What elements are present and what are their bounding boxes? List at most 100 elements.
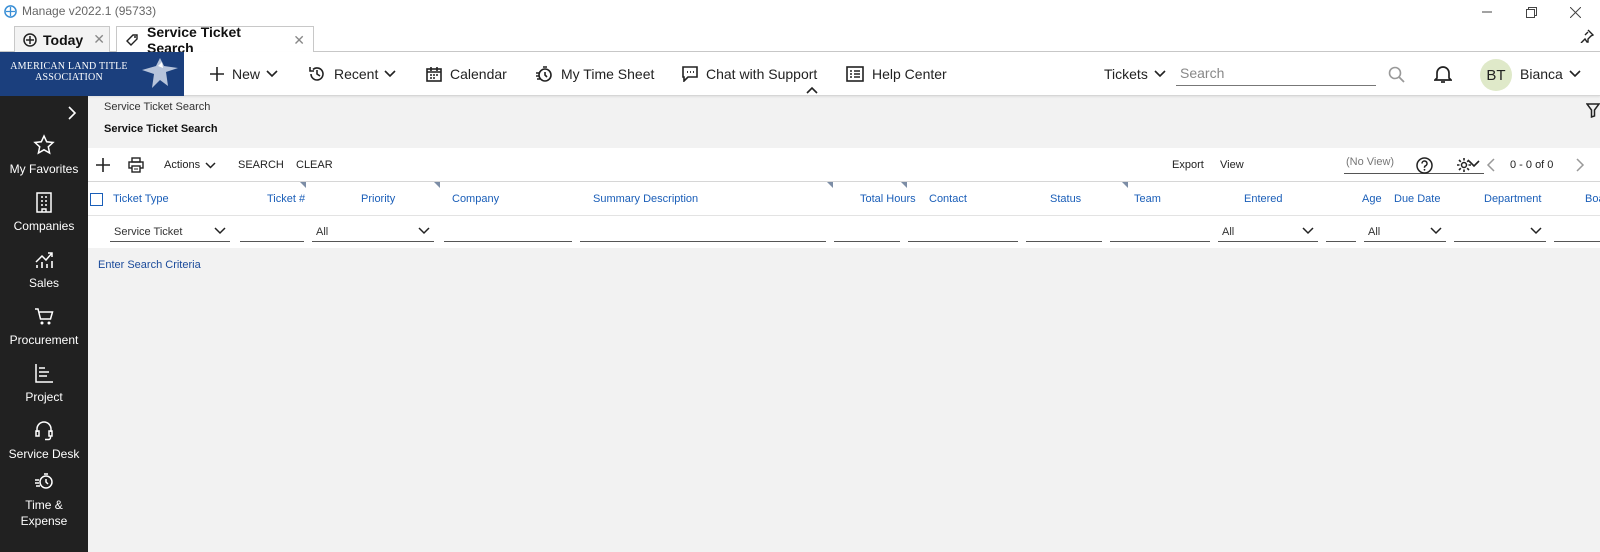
sidebar-item-sales[interactable]: Sales [0,248,88,291]
priority-filter[interactable]: All [312,222,434,242]
sidebar-item-time-expense[interactable]: Time & Expense [0,470,88,529]
calendar-label: Calendar [450,66,507,82]
chevron-down-icon [1569,70,1581,78]
sidebar-item-my-favorites[interactable]: My Favorites [0,134,88,177]
search-icon[interactable] [1388,66,1405,83]
sidebar-item-companies[interactable]: Companies [0,191,88,234]
chart-icon [33,248,55,270]
select-all-checkbox[interactable] [90,182,103,216]
help-center-link[interactable]: Help Center [846,52,947,96]
restore-button[interactable] [1520,2,1542,22]
minimize-button[interactable] [1476,2,1498,22]
search-scope-label: Tickets [1104,66,1148,82]
building-icon [34,191,54,213]
ticket-type-filter-value: Service Ticket [114,225,183,238]
age-filter[interactable] [1326,222,1356,242]
search-input[interactable] [1176,62,1356,84]
sidebar-item-service-desk[interactable]: Service Desk [0,419,88,462]
column-header-due-date[interactable]: Due Date [1394,182,1440,216]
column-header-company[interactable]: Company [452,182,499,216]
next-page-button[interactable] [1576,148,1585,182]
prev-page-button[interactable] [1486,148,1495,182]
chevron-right-icon[interactable] [68,106,77,120]
recent-menu[interactable]: Recent [308,52,396,96]
export-button[interactable]: Export [1172,148,1204,182]
recent-label: Recent [334,66,379,82]
settings-button[interactable] [1456,148,1472,182]
status-filter[interactable] [1026,222,1102,242]
column-header-ticket-type[interactable]: Ticket Type [113,182,169,216]
chevron-down-icon [1302,227,1314,235]
company-filter[interactable] [444,222,572,242]
new-label: New [232,66,261,82]
sidebar-item-label: Sales [28,276,60,290]
calendar-link[interactable]: Calendar [426,52,507,96]
column-header-team[interactable]: Team [1134,182,1161,216]
window-title: Manage v2022.1 (95733) [22,4,157,18]
avatar[interactable]: BT [1480,59,1512,91]
chat-support-link[interactable]: Chat with Support [682,52,817,96]
column-header-priority[interactable]: Priority [361,182,395,216]
ticket-number-filter[interactable] [240,222,304,242]
column-header-entered[interactable]: Entered [1244,182,1283,216]
column-header-status[interactable]: Status [1050,182,1081,216]
column-header-contact[interactable]: Contact [929,182,967,216]
column-header-summary[interactable]: Summary Description [593,182,698,216]
time-sheet-link[interactable]: My Time Sheet [535,52,654,96]
pin-icon[interactable] [1580,29,1594,43]
column-header-row: Ticket Type Ticket # Priority Company Su… [88,182,1600,216]
column-header-board[interactable]: Boa [1585,182,1600,216]
empty-state-message: Enter Search Criteria [98,259,201,271]
chevron-down-icon [214,227,226,235]
question-icon [1416,156,1433,174]
column-header-age[interactable]: Age [1362,182,1382,216]
chevron-up-icon[interactable] [806,86,818,94]
time-sheet-label: My Time Sheet [561,66,655,82]
add-button[interactable] [96,148,110,182]
actions-menu[interactable]: Actions [164,148,216,182]
sidebar-item-label: Procurement [9,333,79,347]
summary-filter[interactable] [580,222,826,242]
column-header-total-hours[interactable]: Total Hours [860,182,916,216]
contact-filter[interactable] [908,222,1018,242]
print-button[interactable] [128,148,144,182]
filter-icon[interactable] [1586,103,1600,118]
tab-service-ticket-search[interactable]: Service Ticket Search ✕ [116,24,314,56]
app-icon [4,5,17,18]
close-tab-icon[interactable]: ✕ [293,32,305,49]
company-logo[interactable]: AMERICAN LAND TITLE ASSOCIATION [0,52,184,96]
total-hours-filter[interactable] [834,222,900,242]
ticket-type-filter[interactable]: Service Ticket [110,222,230,242]
printer-icon [128,157,144,173]
cart-icon [33,305,55,327]
compass-icon [23,32,37,47]
sort-marker-icon [827,182,833,188]
column-header-department[interactable]: Department [1484,182,1541,216]
tab-strip: Today ✕ Service Ticket Search ✕ [0,24,1600,56]
clear-button[interactable]: CLEAR [296,148,333,182]
team-filter[interactable] [1110,222,1210,242]
sidebar-item-project[interactable]: Project [0,362,88,405]
chevron-down-icon [266,70,278,78]
entered-filter[interactable]: All [1218,222,1318,242]
search-toolbar: Actions SEARCH CLEAR Export View (No Vie… [88,148,1600,182]
bell-icon[interactable] [1434,64,1452,84]
breadcrumb[interactable]: Service Ticket Search [104,101,210,113]
tab-today[interactable]: Today ✕ [14,26,110,52]
search-button[interactable]: SEARCH [238,148,284,182]
avatar-initials: BT [1486,66,1506,84]
department-filter[interactable] [1454,222,1546,242]
sort-marker-icon [434,182,440,188]
help-button[interactable] [1416,148,1433,182]
close-tab-icon[interactable]: ✕ [93,31,105,48]
sidebar-item-procurement[interactable]: Procurement [0,305,88,348]
board-filter[interactable] [1554,222,1600,242]
new-menu[interactable]: New [210,52,278,96]
gear-icon [1457,158,1471,172]
search-scope-select[interactable]: Tickets [1104,52,1166,96]
sidebar-item-label: Project [25,390,63,404]
chevron-down-icon [1530,227,1542,235]
close-window-button[interactable] [1564,2,1586,22]
user-menu[interactable]: Bianca [1520,52,1581,96]
due-date-filter[interactable]: All [1364,222,1446,242]
